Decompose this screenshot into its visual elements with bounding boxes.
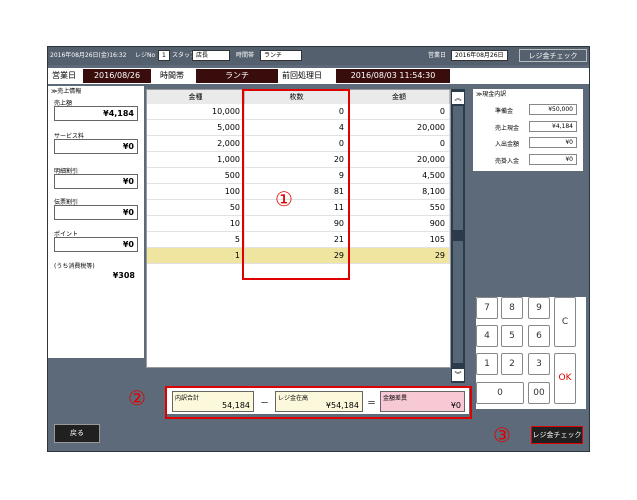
info-business-day: 2016/08/26 [83,69,151,83]
highlight-totals [165,386,472,419]
business-day-label: 営業日 [428,52,447,59]
denomination-cell: 50 [147,200,245,215]
key-0[interactable]: 0 [476,382,524,404]
service-fee-value: ¥0 [54,139,138,154]
reserve-value: ¥50,000 [529,104,577,115]
scroll-up-button[interactable]: ︽ [452,92,464,104]
denomination-cell: 10,000 [147,104,245,119]
slip-discount-value: ¥0 [54,205,138,220]
staff-value: 店長 [192,50,230,61]
denomination-cell: 500 [147,168,245,183]
item-discount-value: ¥0 [54,174,138,189]
denomination-cell: 100 [147,184,245,199]
denomination-cell: 1 [147,248,245,263]
info-time-zone: ランチ [196,69,278,83]
key-7[interactable]: 7 [476,297,498,319]
sales-info-title: ≫売上情報 [51,88,82,95]
ok-key[interactable]: OK [554,353,576,404]
annotation-three: ③ [493,423,511,447]
time-zone-value: ランチ [260,50,302,61]
sales-cash-value: ¥4,184 [529,121,577,132]
key-5[interactable]: 5 [501,325,523,347]
clear-key[interactable]: C [554,297,576,347]
key-2[interactable]: 2 [501,353,523,375]
scroll-thumb-upper[interactable] [453,106,463,230]
business-day-value: 2016年08月26日 [451,50,508,61]
receivable-value: ¥0 [529,154,577,165]
receivable-label: 売掛入金 [495,158,520,165]
amount-cell: 550 [349,200,450,215]
amount-cell: 0 [349,136,450,151]
info-last-process: 2016/08/03 11:54:30 [336,69,450,83]
key-6[interactable]: 6 [528,325,550,347]
regi-check-title-button[interactable]: レジ金チェック [519,49,587,62]
header-amount: 金額 [349,90,450,104]
amount-cell: 8,100 [349,184,450,199]
sales-cash-label: 売上現金 [495,125,520,132]
info-last-process-label: 前回処理日 [282,71,322,80]
info-business-day-label: 営業日 [52,71,76,80]
key-3[interactable]: 3 [528,353,550,375]
key-9[interactable]: 9 [528,297,550,319]
regi-no-value: 1 [158,50,170,61]
regi-no-label: レジNo [135,52,156,59]
highlight-count-column [242,89,350,280]
numeric-keypad: 7 8 9 4 5 6 1 2 3 0 00 C OK [476,297,586,409]
info-bar: 営業日 2016/08/26 時間帯 ランチ 前回処理日 2016/08/03 … [48,68,589,84]
amount-cell: 20,000 [349,152,450,167]
key-1[interactable]: 1 [476,353,498,375]
amount-cell: 900 [349,216,450,231]
amount-cell: 0 [349,104,450,119]
in-out-value: ¥0 [529,137,577,148]
denomination-cell: 10 [147,216,245,231]
amount-cell: 20,000 [349,120,450,135]
sales-value: ¥4,184 [54,106,138,121]
top-bar: 2016年08月26日(金)16:32 レジNo 1 スタッフ 店長 時間帯 ラ… [48,47,589,65]
denomination-cell: 5,000 [147,120,245,135]
time-zone-label: 時間帯 [236,52,255,59]
current-datetime: 2016年08月26日(金)16:32 [50,52,127,59]
cash-breakdown-title: ≫現金内訳 [476,91,507,98]
amount-cell: 4,500 [349,168,450,183]
denomination-cell: 5 [147,232,245,247]
in-out-label: 入出金額 [495,141,520,148]
denomination-cell: 2,000 [147,136,245,151]
grid-scrollbar[interactable]: ︽ ︾ [451,89,465,383]
denomination-cell: 1,000 [147,152,245,167]
annotation-one: ① [275,187,293,211]
scroll-down-button[interactable]: ︾ [452,369,464,381]
amount-cell: 29 [349,248,450,263]
regi-check-button[interactable]: レジ金チェック [531,426,583,444]
key-4[interactable]: 4 [476,325,498,347]
reserve-label: 準備金 [495,108,514,115]
tax-value: ¥308 [54,269,138,284]
scroll-thumb-lower[interactable] [453,241,463,363]
key-00[interactable]: 00 [528,382,550,404]
info-time-zone-label: 時間帯 [160,71,184,80]
key-8[interactable]: 8 [501,297,523,319]
point-value: ¥0 [54,237,138,252]
regi-check-window: 2016年08月26日(金)16:32 レジNo 1 スタッフ 店長 時間帯 ラ… [47,46,590,452]
amount-cell: 105 [349,232,450,247]
cash-breakdown-panel: ≫現金内訳 準備金 ¥50,000 売上現金 ¥4,184 入出金額 ¥0 売掛… [473,89,583,171]
annotation-two: ② [128,386,146,410]
back-button[interactable]: 戻る [54,424,100,443]
header-denomination: 金種 [147,90,245,104]
sales-info-panel: ≫売上情報 売上額 ¥4,184 サービス料 ¥0 明細割引 ¥0 伝票割引 ¥… [48,86,144,358]
